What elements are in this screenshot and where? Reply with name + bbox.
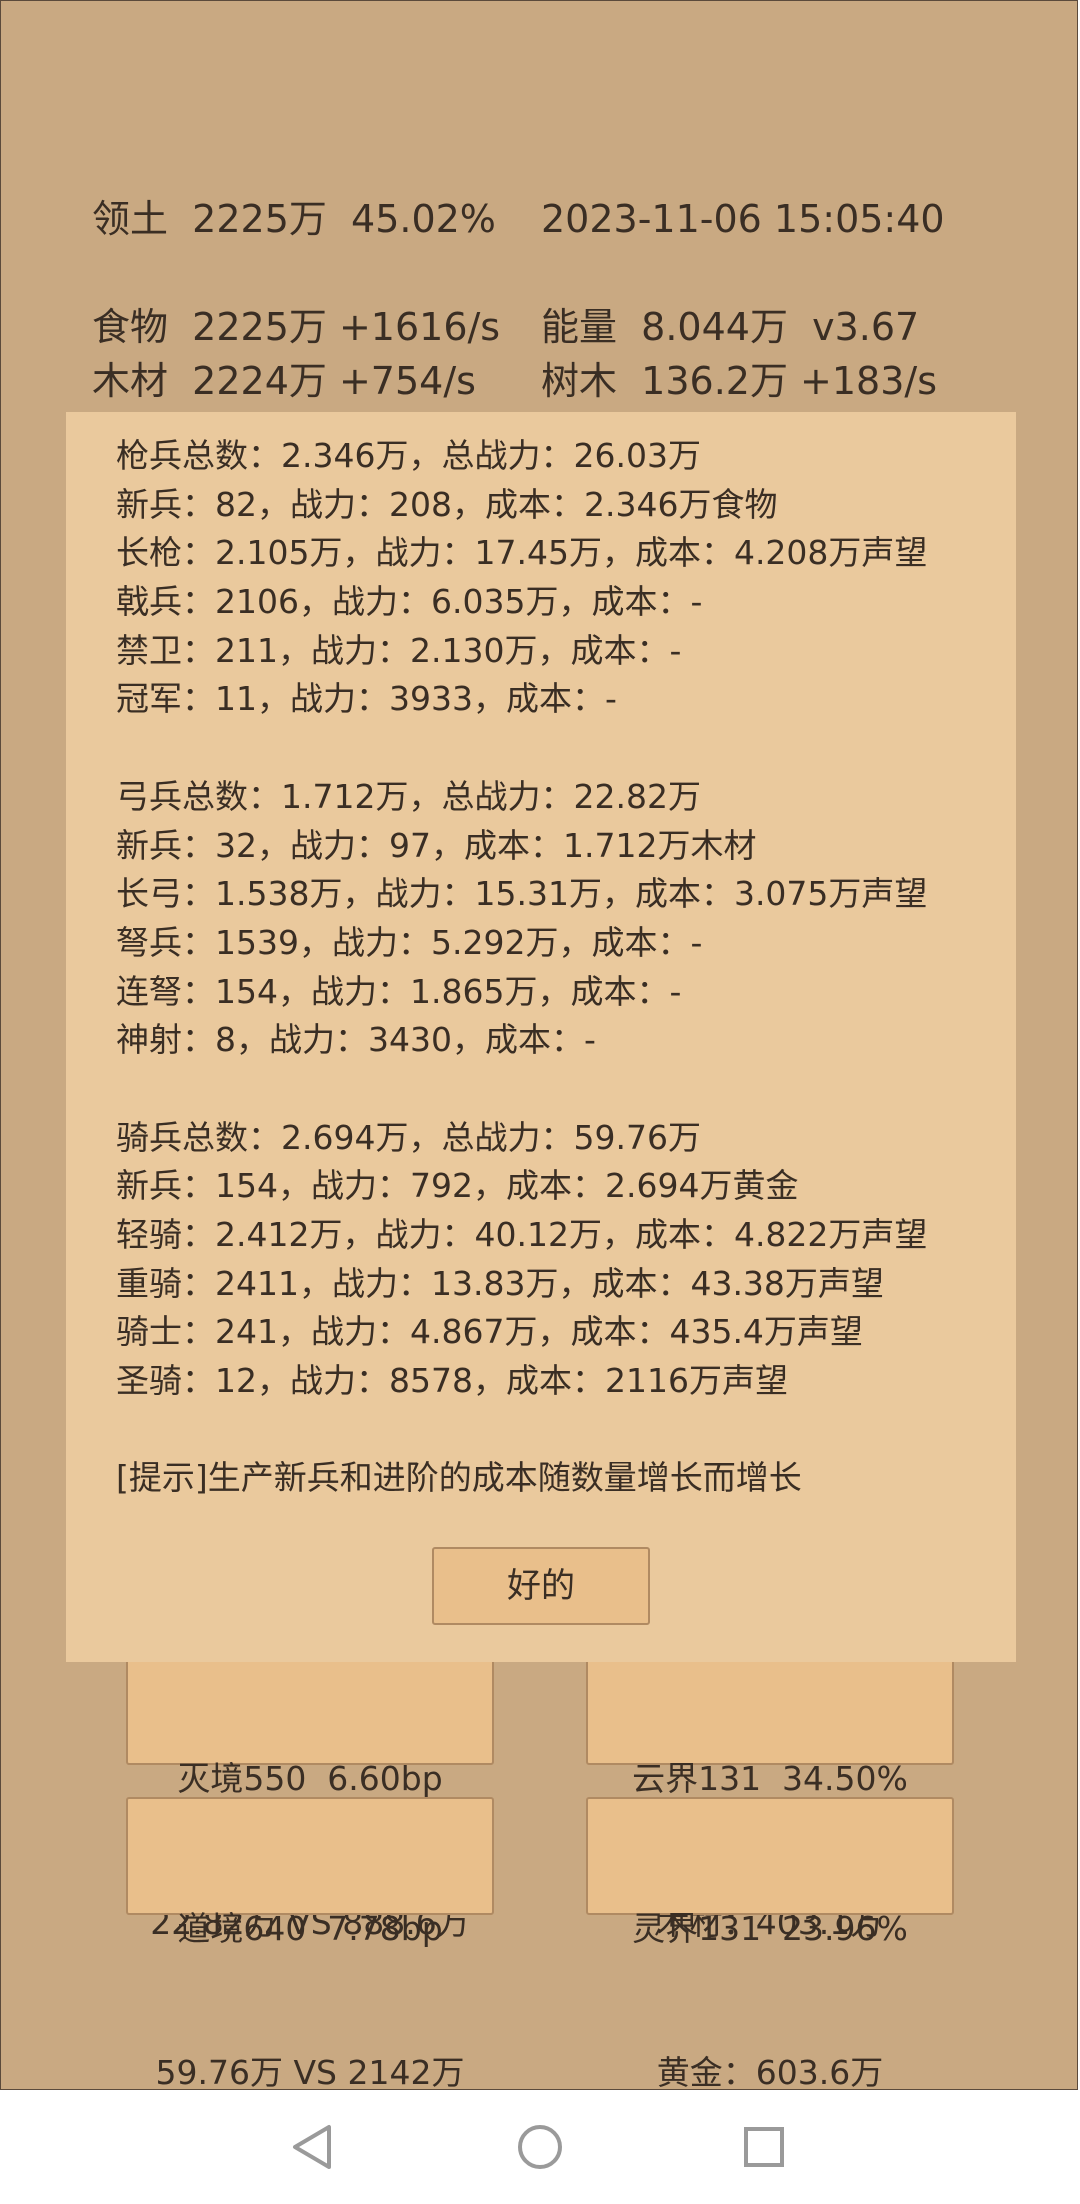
dialog-line: 连弩：154，战力：1.865万，成本：- xyxy=(116,971,682,1011)
dialog-line: 弓兵总数：1.712万，总战力：22.82万 xyxy=(116,776,701,816)
dialog-line: 弩兵：1539，战力：5.292万，成本：- xyxy=(116,922,703,962)
dialog-line: 骑士：241，战力：4.867万，成本：435.4万声望 xyxy=(116,1312,863,1352)
system-nav-bar xyxy=(0,2090,1080,2204)
food-stat: 食物 2225万 +1616/s xyxy=(92,305,501,349)
dialog-content: 枪兵总数：2.346万，总战力：26.03万 新兵：82，战力：208，成本：2… xyxy=(116,432,996,1503)
wood-stat: 木材 2224万 +754/s xyxy=(92,359,476,403)
dialog-line: 骑兵总数：2.694万，总战力：59.76万 xyxy=(116,1117,701,1157)
button-line: 灭境550 6.60bp xyxy=(177,1759,443,1798)
game-screen: 领土 2225万 45.02% 2023-11-06 15:05:40 食物 2… xyxy=(0,0,1078,2092)
dialog-line xyxy=(116,1406,996,1455)
ok-button[interactable]: 好的 xyxy=(432,1547,650,1625)
recents-icon[interactable] xyxy=(724,2107,804,2187)
dialog-line: 轻骑：2.412万，战力：40.12万，成本：4.822万声望 xyxy=(116,1215,928,1254)
realm-button-ling[interactable]: 灵界131 23.96% 黄金：603.6万 xyxy=(586,1797,954,2092)
button-line: 道境640 7.78bp xyxy=(177,1909,443,1948)
dialog-line: 圣骑：12，战力：8578，成本：2116万声望 xyxy=(116,1361,788,1401)
territory-stat: 领土 2225万 45.02% xyxy=(92,197,496,241)
dialog-line: 禁卫：211，战力：2.130万，成本：- xyxy=(116,630,682,670)
dialog-line: 长弓：1.538万，战力：15.31万，成本：3.075万声望 xyxy=(116,874,928,914)
back-icon[interactable] xyxy=(273,2107,353,2187)
button-line: 灵界131 23.96% xyxy=(632,1909,908,1948)
dialog-line: 长枪：2.105万，战力：17.45万，成本：4.208万声望 xyxy=(116,533,928,573)
dialog-line: 冠军：11，战力：3933，成本：- xyxy=(116,679,617,719)
trees-stat: 树木 136.2万 +183/s xyxy=(541,359,937,403)
dialog-line: 新兵：32，战力：97，成本：1.712万木材 xyxy=(116,825,757,865)
realm-button-dao[interactable]: 道境640 7.78bp 59.76万 VS 2142万 xyxy=(126,1797,494,2092)
datetime-label: 2023-11-06 15:05:40 xyxy=(541,197,945,241)
home-icon[interactable] xyxy=(500,2107,580,2187)
dialog-line: 神射：8，战力：3430，成本：- xyxy=(116,1020,596,1060)
energy-stat: 能量 8.044万 v3.67 xyxy=(541,305,920,349)
army-info-dialog: 枪兵总数：2.346万，总战力：26.03万 新兵：82，战力：208，成本：2… xyxy=(66,412,1016,1662)
dialog-line: 枪兵总数：2.346万，总战力：26.03万 xyxy=(116,436,701,475)
dialog-line xyxy=(116,1065,996,1114)
dialog-line: 戟兵：2106，战力：6.035万，成本：- xyxy=(116,582,703,622)
dialog-line xyxy=(116,724,996,773)
dialog-line: 重骑：2411，战力：13.83万，成本：43.38万声望 xyxy=(116,1263,884,1303)
dialog-line: 新兵：154，战力：792，成本：2.694万黄金 xyxy=(116,1166,799,1206)
realm-button-mie[interactable]: 灭境550 6.60bp 22.82万 VS 888.6万 xyxy=(126,1647,494,1942)
dialog-line: 新兵：82，战力：208，成本：2.346万食物 xyxy=(116,484,778,524)
dialog-hint: [提示]生产新兵和进阶的成本随数量增长而增长 xyxy=(116,1458,802,1498)
realm-button-yun[interactable]: 云界131 34.50% 木材：403.1万 xyxy=(586,1647,954,1942)
button-line: 云界131 34.50% xyxy=(632,1759,908,1798)
